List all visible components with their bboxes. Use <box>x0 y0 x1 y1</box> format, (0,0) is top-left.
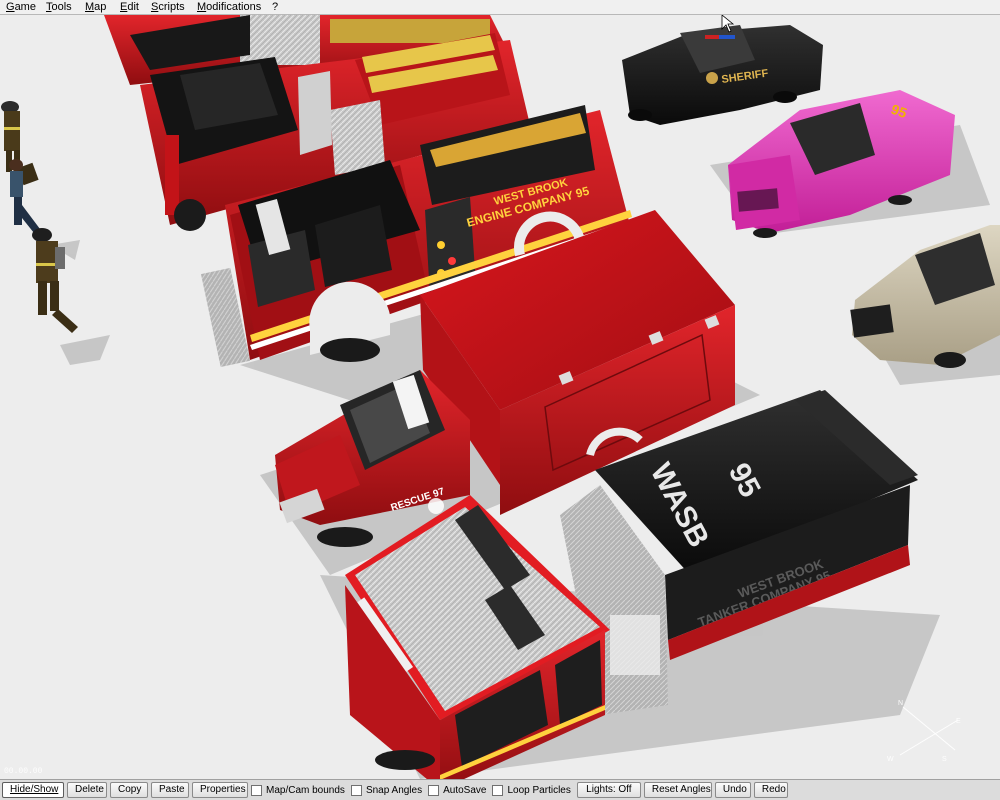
menu-edit[interactable]: Edit <box>116 0 143 14</box>
paste-button[interactable]: Paste <box>151 782 189 798</box>
properties-button[interactable]: Properties <box>192 782 248 798</box>
sheriff-car[interactable]: SHERIFF <box>622 25 823 125</box>
compass-s: S <box>942 756 947 763</box>
map-cam-bounds-box[interactable] <box>251 784 262 796</box>
menu-tools[interactable]: Tools <box>42 0 76 14</box>
menu-modifications[interactable]: Modifications <box>193 0 265 14</box>
editor-viewport[interactable]: WEST BROOK ENGINE COMPANY 95 RESCUE 97 W… <box>0 15 1000 779</box>
undo-button[interactable]: Undo <box>714 782 751 798</box>
autosave-checkbox[interactable]: AutoSave <box>428 784 487 796</box>
compass-n: N <box>898 700 903 707</box>
loop-particles-label: Loop Particles <box>507 784 571 796</box>
hide-show-button[interactable]: Hide/Show <box>2 782 64 798</box>
map-cam-bounds-checkbox[interactable]: Map/Cam bounds <box>251 784 345 796</box>
autosave-label: AutoSave <box>443 784 487 796</box>
reset-angles-button[interactable]: Reset Angles <box>643 782 712 798</box>
snap-angles-label: Snap Angles <box>365 784 423 796</box>
compass-w: W <box>887 756 894 763</box>
map-cam-bounds-label: Map/Cam bounds <box>266 784 345 796</box>
loop-particles-box[interactable] <box>492 784 504 796</box>
bottom-toolbar: Hide/Show Delete Copy Paste Properties M… <box>0 779 1000 800</box>
menu-map[interactable]: Map <box>81 0 110 14</box>
pink-suv[interactable]: 95 <box>728 90 955 238</box>
compass-e: E <box>956 718 961 725</box>
menu-help[interactable]: ? <box>268 0 282 14</box>
redo-button[interactable]: Redo <box>753 782 788 798</box>
menu-scripts[interactable]: Scripts <box>147 0 189 14</box>
autosave-box[interactable] <box>428 784 440 796</box>
copy-button[interactable]: Copy <box>110 782 148 798</box>
firefighter-figures[interactable] <box>1 101 78 333</box>
scene-canvas: WEST BROOK ENGINE COMPANY 95 RESCUE 97 W… <box>1 15 1000 779</box>
loop-particles-checkbox[interactable]: Loop Particles <box>492 784 571 796</box>
snap-angles-checkbox[interactable]: Snap Angles <box>350 784 423 796</box>
menu-game[interactable]: Game <box>2 0 40 14</box>
lights-toggle-button[interactable]: Lights: Off <box>576 782 641 798</box>
snap-angles-box[interactable] <box>350 784 362 796</box>
coord-readout: 00.00.00 <box>4 767 43 776</box>
delete-button[interactable]: Delete <box>67 782 107 798</box>
menu-bar: Game Tools Map Edit Scripts Modification… <box>0 0 1000 15</box>
